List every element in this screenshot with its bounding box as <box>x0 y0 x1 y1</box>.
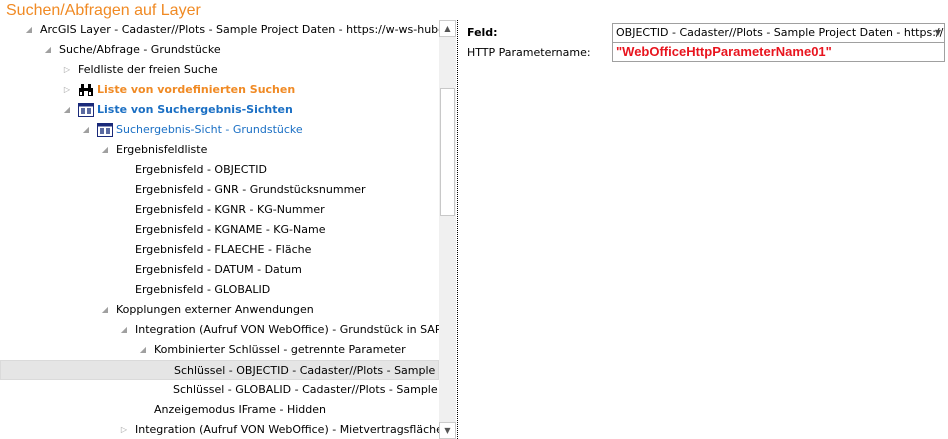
tree-item-label: Ergebnisfeld - KGNR - KG-Nummer <box>135 203 325 216</box>
tree-view[interactable]: ◢ ArcGIS Layer - Cadaster//Plots - Sample… <box>0 20 439 439</box>
tree-item-label: Suchergebnis-Sicht - Grundstücke <box>116 123 303 136</box>
feld-dropdown[interactable]: OBJECTID - Cadaster//Plots - Sample Proj… <box>612 23 945 43</box>
tree-item[interactable]: ◢ Suche/Abfrage - Grundstücke <box>0 40 439 60</box>
collapsed-arrow-icon[interactable]: ▷ <box>62 60 72 80</box>
table-view-icon <box>78 103 94 117</box>
expanded-arrow-icon[interactable]: ◢ <box>100 300 110 320</box>
scroll-up-button[interactable]: ▲ <box>439 20 456 37</box>
binoculars-icon <box>78 83 94 97</box>
collapsed-arrow-icon[interactable]: ▷ <box>119 420 129 439</box>
tree-item[interactable]: Ergebnisfeld - GNR - Grundstücksnummer <box>0 180 439 200</box>
tree-item-label: Schlüssel - GLOBALID - Cadaster//Plots -… <box>173 383 439 396</box>
tree-item-label: Ergebnisfeld - DATUM - Datum <box>135 263 302 276</box>
expanded-arrow-icon[interactable]: ◢ <box>24 20 34 40</box>
expanded-arrow-icon[interactable]: ◢ <box>100 140 110 160</box>
collapsed-arrow-icon[interactable]: ▷ <box>62 80 72 100</box>
tree-item-label: ArcGIS Layer - Cadaster//Plots - Sample … <box>40 23 439 36</box>
scroll-thumb[interactable] <box>440 88 455 216</box>
expanded-arrow-icon[interactable]: ◢ <box>119 320 129 340</box>
tree-item[interactable]: Schlüssel - OBJECTID - Cadaster//Plots -… <box>0 360 439 380</box>
table-view-icon <box>97 123 113 137</box>
tree-item-label: Schlüssel - OBJECTID - Cadaster//Plots -… <box>174 364 439 377</box>
expanded-arrow-icon[interactable]: ◢ <box>43 40 53 60</box>
tree-item-label: Ergebnisfeld - GLOBALID <box>135 283 271 296</box>
feld-value: OBJECTID - Cadaster//Plots - Sample Proj… <box>616 26 945 39</box>
tree-item-label: Integration (Aufruf VON WebOffice) - Mie… <box>135 423 439 436</box>
tree-item[interactable]: ▷ Liste von vordefinierten Suchen <box>0 80 439 100</box>
tree-item-label: Ergebnisfeld - FLAECHE - Fläche <box>135 243 312 256</box>
tree-item-label: Suche/Abfrage - Grundstücke <box>59 43 221 56</box>
tree-scrollbar[interactable]: ▲ ▼ <box>439 20 456 439</box>
scroll-down-button[interactable]: ▼ <box>439 422 456 439</box>
tree-item[interactable]: ◢ Liste von Suchergebnis-Sichten <box>0 100 439 120</box>
tree-item[interactable]: ◢ ArcGIS Layer - Cadaster//Plots - Sample… <box>0 20 439 40</box>
tree-item[interactable]: Ergebnisfeld - KGNAME - KG-Name <box>0 220 439 240</box>
expanded-arrow-icon[interactable]: ◢ <box>62 100 72 120</box>
chevron-down-icon[interactable]: ▼ <box>935 24 941 42</box>
tree-item[interactable]: Ergebnisfeld - OBJECTID <box>0 160 439 180</box>
expanded-arrow-icon[interactable]: ◢ <box>138 340 148 360</box>
tree-item[interactable]: Schlüssel - GLOBALID - Cadaster//Plots -… <box>0 380 439 400</box>
tree-item[interactable]: ◢ Kopplungen externer Anwendungen <box>0 300 439 320</box>
page-title: Suchen/Abfragen auf Layer <box>6 2 201 19</box>
splitter[interactable] <box>457 20 458 439</box>
feld-label: Feld: <box>467 26 498 39</box>
tree-item-label: Integration (Aufruf VON WebOffice) - Gru… <box>135 323 439 336</box>
tree-item[interactable]: ◢ Suchergebnis-Sicht - Grundstücke <box>0 120 439 140</box>
tree-item[interactable]: Ergebnisfeld - GLOBALID <box>0 280 439 300</box>
tree-item[interactable]: Ergebnisfeld - KGNR - KG-Nummer <box>0 200 439 220</box>
tree-item[interactable]: Ergebnisfeld - FLAECHE - Fläche <box>0 240 439 260</box>
tree-item-label: Ergebnisfeldliste <box>116 143 208 156</box>
tree-item[interactable]: ◢ Kombinierter Schlüssel - getrennte Para… <box>0 340 439 360</box>
tree-item[interactable]: ◢ Integration (Aufruf VON WebOffice) - Gr… <box>0 320 439 340</box>
tree-item-label: Ergebnisfeld - OBJECTID <box>135 163 267 176</box>
tree-item[interactable]: Anzeigemodus IFrame - Hidden <box>0 400 439 420</box>
tree-item[interactable]: ▷ Integration (Aufruf VON WebOffice) - Mi… <box>0 420 439 439</box>
tree-item-label: Liste von Suchergebnis-Sichten <box>97 103 293 116</box>
tree-item-label: Kopplungen externer Anwendungen <box>116 303 314 316</box>
param-value: "WebOfficeHttpParameterName01" <box>616 44 832 59</box>
param-input[interactable]: "WebOfficeHttpParameterName01" <box>612 42 945 62</box>
tree-item[interactable]: ◢ Ergebnisfeldliste <box>0 140 439 160</box>
tree-item-label: Ergebnisfeld - GNR - Grundstücksnummer <box>135 183 366 196</box>
expanded-arrow-icon[interactable]: ◢ <box>81 120 91 140</box>
tree-item[interactable]: ▷ Feldliste der freien Suche <box>0 60 439 80</box>
tree-item-label: Kombinierter Schlüssel - getrennte Param… <box>154 343 406 356</box>
param-label: HTTP Parametername: <box>467 46 591 59</box>
tree-item-label: Feldliste der freien Suche <box>78 63 218 76</box>
tree-item[interactable]: Ergebnisfeld - DATUM - Datum <box>0 260 439 280</box>
tree-item-label: Anzeigemodus IFrame - Hidden <box>154 403 326 416</box>
tree-item-label: Liste von vordefinierten Suchen <box>97 83 296 96</box>
tree-item-label: Ergebnisfeld - KGNAME - KG-Name <box>135 223 326 236</box>
